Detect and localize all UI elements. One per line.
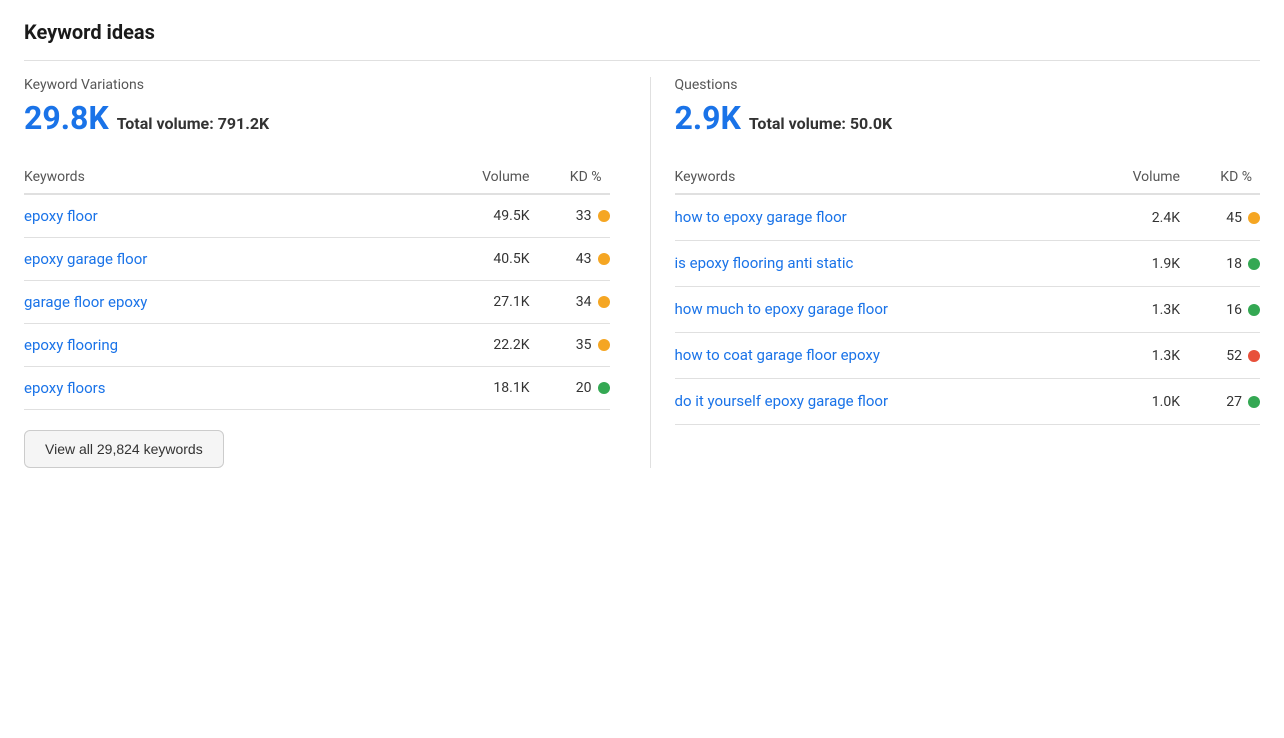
kd-value: 33 — [576, 208, 592, 224]
kd-value: 18 — [1226, 256, 1242, 272]
questions-table-row: how much to epoxy garage floor 1.3K 16 — [675, 287, 1261, 333]
variations-total-volume: Total volume: 791.2K — [117, 114, 270, 133]
kd-dot — [1248, 212, 1260, 224]
kd-dot — [1248, 396, 1260, 408]
variations-col-volume-header: Volume — [440, 169, 530, 185]
variations-table-row: garage floor epoxy 27.1K 34 — [24, 281, 610, 324]
variations-table-row: epoxy garage floor 40.5K 43 — [24, 238, 610, 281]
variations-table-row: epoxy floors 18.1K 20 — [24, 367, 610, 410]
page-title: Keyword ideas — [24, 20, 1260, 61]
keyword-link[interactable]: epoxy floor — [24, 207, 98, 225]
questions-section-label: Questions — [675, 77, 1261, 93]
keyword-link[interactable]: epoxy flooring — [24, 336, 118, 354]
questions-total-volume-value: 50.0K — [850, 114, 892, 133]
page-container: Keyword ideas Keyword Variations 29.8K T… — [0, 0, 1284, 738]
kd-dot — [598, 382, 610, 394]
volume-value: 1.0K — [1090, 394, 1180, 410]
kd-cell: 20 — [530, 380, 610, 396]
kd-dot — [1248, 350, 1260, 362]
kd-cell: 45 — [1180, 210, 1260, 226]
kd-value: 16 — [1226, 302, 1242, 318]
questions-table-header: Keywords Volume KD % — [675, 161, 1261, 195]
kd-value: 43 — [576, 251, 592, 267]
volume-value: 22.2K — [440, 337, 530, 353]
kd-cell: 34 — [530, 294, 610, 310]
variations-section-label: Keyword Variations — [24, 77, 610, 93]
keyword-link[interactable]: do it yourself epoxy garage floor — [675, 392, 889, 410]
kd-value: 52 — [1226, 348, 1242, 364]
questions-table-row: do it yourself epoxy garage floor 1.0K 2… — [675, 379, 1261, 425]
kd-cell: 43 — [530, 251, 610, 267]
questions-table-row: is epoxy flooring anti static 1.9K 18 — [675, 241, 1261, 287]
variations-table-body: epoxy floor 49.5K 33 epoxy garage floor … — [24, 195, 610, 410]
questions-table-body: how to epoxy garage floor 2.4K 45 is epo… — [675, 195, 1261, 425]
variations-column: Keyword Variations 29.8K Total volume: 7… — [24, 77, 650, 468]
variations-total-volume-label: Total volume: — [117, 114, 214, 133]
keyword-link[interactable]: how to epoxy garage floor — [675, 208, 847, 226]
kd-dot — [1248, 258, 1260, 270]
volume-value: 49.5K — [440, 208, 530, 224]
variations-count: 29.8K — [24, 99, 109, 137]
keyword-link[interactable]: is epoxy flooring anti static — [675, 254, 854, 272]
variations-table-row: epoxy flooring 22.2K 35 — [24, 324, 610, 367]
kd-value: 34 — [576, 294, 592, 310]
kd-value: 45 — [1226, 210, 1242, 226]
kd-dot — [598, 339, 610, 351]
questions-col-keywords-header: Keywords — [675, 169, 1091, 185]
questions-table-row: how to coat garage floor epoxy 1.3K 52 — [675, 333, 1261, 379]
variations-col-keywords-header: Keywords — [24, 169, 440, 185]
questions-col-volume-header: Volume — [1090, 169, 1180, 185]
kd-cell: 35 — [530, 337, 610, 353]
volume-value: 1.3K — [1090, 302, 1180, 318]
view-all-keywords-button[interactable]: View all 29,824 keywords — [24, 430, 224, 468]
volume-value: 1.9K — [1090, 256, 1180, 272]
variations-stats-row: 29.8K Total volume: 791.2K — [24, 99, 610, 137]
keyword-link[interactable]: how much to epoxy garage floor — [675, 300, 888, 318]
variations-total-volume-value: 791.2K — [218, 114, 270, 133]
kd-cell: 52 — [1180, 348, 1260, 364]
questions-total-volume: Total volume: 50.0K — [749, 114, 892, 133]
kd-value: 27 — [1226, 394, 1242, 410]
questions-col-kd-header: KD % — [1180, 169, 1260, 185]
kd-cell: 33 — [530, 208, 610, 224]
questions-stats-row: 2.9K Total volume: 50.0K — [675, 99, 1261, 137]
kd-value: 35 — [576, 337, 592, 353]
questions-column: Questions 2.9K Total volume: 50.0K Keywo… — [650, 77, 1261, 468]
variations-col-kd-header: KD % — [530, 169, 610, 185]
volume-value: 27.1K — [440, 294, 530, 310]
keyword-link[interactable]: epoxy floors — [24, 379, 106, 397]
questions-count: 2.9K — [675, 99, 741, 137]
variations-table-row: epoxy floor 49.5K 33 — [24, 195, 610, 238]
kd-dot — [598, 253, 610, 265]
volume-value: 2.4K — [1090, 210, 1180, 226]
two-column-layout: Keyword Variations 29.8K Total volume: 7… — [24, 77, 1260, 468]
kd-dot — [598, 210, 610, 222]
kd-dot — [1248, 304, 1260, 316]
keyword-link[interactable]: garage floor epoxy — [24, 293, 147, 311]
kd-cell: 16 — [1180, 302, 1260, 318]
kd-cell: 27 — [1180, 394, 1260, 410]
kd-cell: 18 — [1180, 256, 1260, 272]
questions-total-volume-label: Total volume: — [749, 114, 846, 133]
questions-table-row: how to epoxy garage floor 2.4K 45 — [675, 195, 1261, 241]
kd-dot — [598, 296, 610, 308]
volume-value: 40.5K — [440, 251, 530, 267]
volume-value: 1.3K — [1090, 348, 1180, 364]
variations-table-header: Keywords Volume KD % — [24, 161, 610, 195]
kd-value: 20 — [576, 380, 592, 396]
keyword-link[interactable]: epoxy garage floor — [24, 250, 147, 268]
volume-value: 18.1K — [440, 380, 530, 396]
keyword-link[interactable]: how to coat garage floor epoxy — [675, 346, 880, 364]
